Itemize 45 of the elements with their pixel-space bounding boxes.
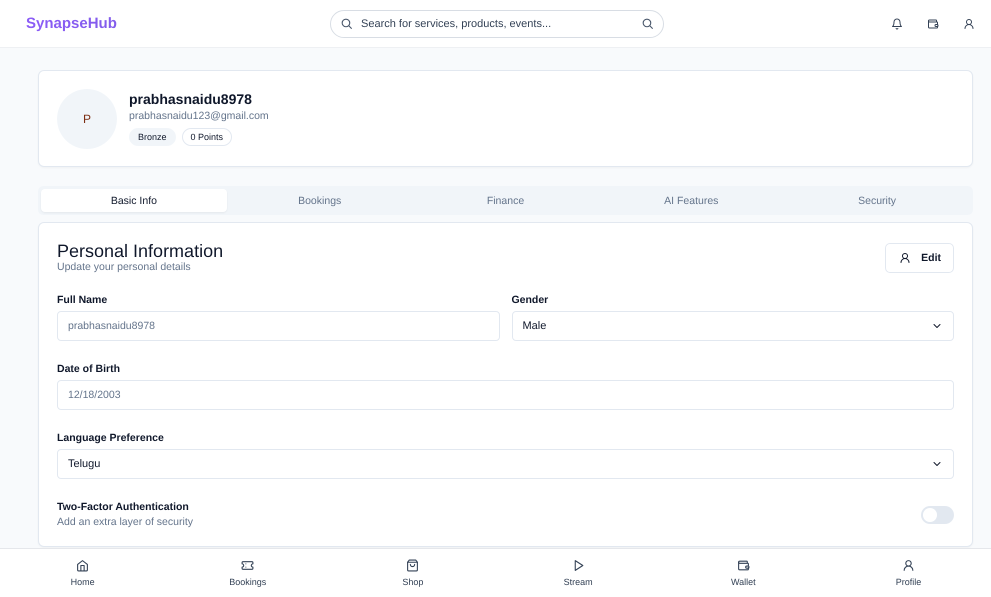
tier-badge: Bronze xyxy=(129,128,176,146)
points-badge: 0 Points xyxy=(182,128,232,146)
tab[interactable]: Security xyxy=(784,189,970,212)
tab[interactable]: Bookings xyxy=(226,189,413,212)
search-button[interactable] xyxy=(641,16,654,30)
search-field[interactable]: Search for services, products, events... xyxy=(330,10,664,38)
setting-description: Add an extra layer of security xyxy=(57,516,193,528)
bell-icon xyxy=(891,18,903,30)
nav-item[interactable]: Shop xyxy=(330,549,496,597)
user-icon xyxy=(899,252,912,264)
field-label: Date of Birth xyxy=(57,363,121,375)
nav-item[interactable]: Wallet xyxy=(660,549,826,597)
edit-button[interactable]: Edit xyxy=(885,243,954,273)
field-label: Language Preference xyxy=(57,432,165,444)
profile-button[interactable] xyxy=(963,18,975,30)
username: prabhasnaidu8978 xyxy=(129,91,253,107)
wallet-button[interactable] xyxy=(927,18,939,30)
nav-item[interactable]: Profile xyxy=(826,549,991,597)
user-icon xyxy=(902,559,915,572)
wallet-icon xyxy=(927,18,939,30)
dropdown[interactable]: Telugu xyxy=(57,449,954,479)
home-icon xyxy=(76,559,90,572)
nav-item[interactable]: Stream xyxy=(496,549,661,597)
nav-item[interactable]: Home xyxy=(0,549,166,597)
notifications-button[interactable] xyxy=(891,18,903,30)
email-address: prabhasnaidu123@gmail.com xyxy=(129,110,269,122)
play-icon xyxy=(572,559,585,572)
search-icon xyxy=(340,16,353,30)
user-icon xyxy=(963,18,975,30)
tab[interactable]: Finance xyxy=(412,189,598,212)
toggle-switch[interactable] xyxy=(921,506,954,524)
shopping-bag-icon xyxy=(406,559,420,572)
section-subtitle: Update your personal details xyxy=(57,261,192,273)
wallet-icon xyxy=(736,559,750,572)
setting-label: Two-Factor Authentication xyxy=(57,501,190,513)
search-icon xyxy=(641,16,654,30)
nav-item[interactable]: Bookings xyxy=(165,549,330,597)
dropdown[interactable]: Male xyxy=(512,311,954,341)
section-title: Personal Information xyxy=(57,241,224,261)
field-label: Gender xyxy=(512,294,550,306)
field-label: Full Name xyxy=(57,294,108,306)
avatar: P xyxy=(57,88,117,148)
tab[interactable]: Basic Info xyxy=(41,189,227,212)
ticket-icon xyxy=(241,559,254,572)
tab[interactable]: AI Features xyxy=(598,189,784,212)
